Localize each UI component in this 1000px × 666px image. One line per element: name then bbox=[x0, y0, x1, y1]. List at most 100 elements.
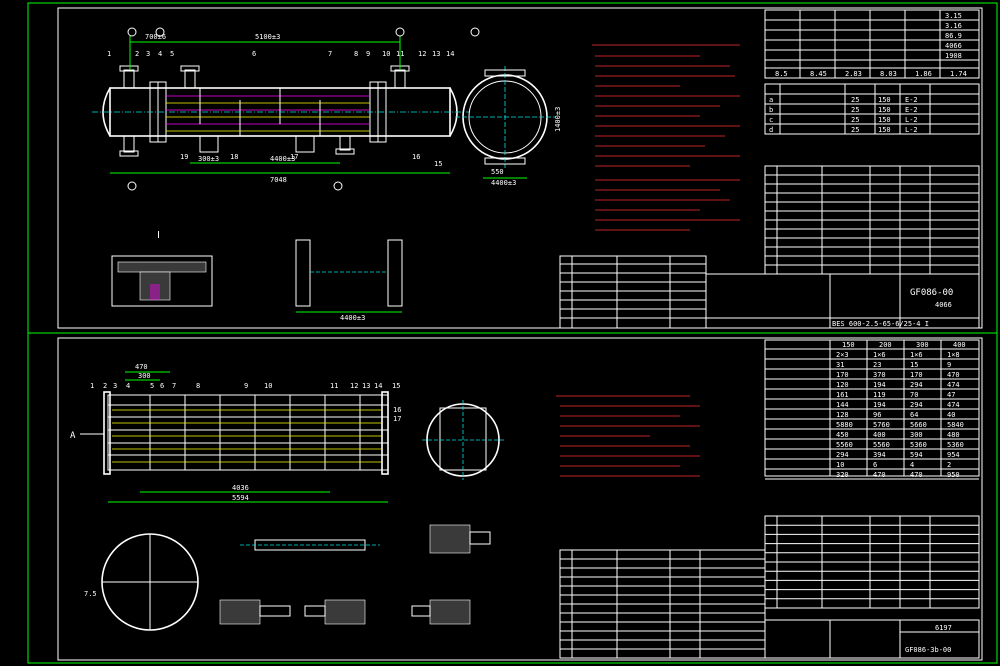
svg-text:15: 15 bbox=[434, 160, 442, 168]
drawing-number-bottom: GF086-3b-00 bbox=[905, 646, 951, 654]
param-cell: 5880 bbox=[836, 421, 853, 429]
param-cell: 474 bbox=[947, 381, 960, 389]
svg-text:L-2: L-2 bbox=[905, 116, 918, 124]
svg-text:12: 12 bbox=[418, 50, 426, 58]
cad-drawing: 700±6 5100±3 300±3 4400±3 7048 1 2 3 4 5… bbox=[27, 2, 998, 664]
param-cell: 64 bbox=[910, 411, 918, 419]
svg-text:b: b bbox=[769, 106, 773, 114]
svg-text:8: 8 bbox=[354, 50, 358, 58]
param-cell: 128 bbox=[836, 411, 849, 419]
svg-text:2: 2 bbox=[103, 382, 107, 390]
param-cell: 400 bbox=[873, 431, 886, 439]
bom-rows bbox=[560, 524, 979, 650]
svg-text:12: 12 bbox=[350, 382, 358, 390]
svg-text:a: a bbox=[769, 96, 773, 104]
svg-text:4036: 4036 bbox=[232, 484, 249, 492]
svg-text:4: 4 bbox=[158, 50, 162, 58]
svg-text:7.5: 7.5 bbox=[84, 590, 97, 598]
svg-text:8.5: 8.5 bbox=[775, 70, 788, 78]
param-cell: 2 bbox=[947, 461, 951, 469]
tech-notes-top bbox=[592, 44, 740, 231]
svg-text:25: 25 bbox=[851, 116, 859, 124]
svg-text:5: 5 bbox=[170, 50, 174, 58]
svg-text:25: 25 bbox=[851, 106, 859, 114]
svg-text:16: 16 bbox=[412, 153, 420, 161]
param-cell: 194 bbox=[873, 381, 886, 389]
svg-text:16: 16 bbox=[393, 406, 401, 414]
svg-text:3: 3 bbox=[113, 382, 117, 390]
svg-text:1.74: 1.74 bbox=[950, 70, 967, 78]
param-cell: 1×6 bbox=[910, 351, 923, 359]
svg-text:86.9: 86.9 bbox=[945, 32, 962, 40]
svg-text:4: 4 bbox=[126, 382, 130, 390]
param-cell: 950 bbox=[947, 471, 960, 479]
svg-text:8.45: 8.45 bbox=[810, 70, 827, 78]
svg-text:3.15: 3.15 bbox=[945, 12, 962, 20]
svg-text:1908: 1908 bbox=[945, 52, 962, 60]
svg-text:10: 10 bbox=[382, 50, 390, 58]
param-cell: 470 bbox=[873, 471, 886, 479]
param-cell: 161 bbox=[836, 391, 849, 399]
svg-text:7: 7 bbox=[172, 382, 176, 390]
param-cell: 294 bbox=[910, 401, 923, 409]
svg-text:2.83: 2.83 bbox=[845, 70, 862, 78]
svg-text:7: 7 bbox=[328, 50, 332, 58]
param-cell: 70 bbox=[910, 391, 918, 399]
param-cell: 470 bbox=[947, 371, 960, 379]
svg-text:I: I bbox=[157, 230, 160, 241]
svg-text:6: 6 bbox=[160, 382, 164, 390]
part-labels-top: 1 2 3 4 5 6 7 8 9 10 11 12 13 14 19 18 1… bbox=[107, 50, 454, 168]
svg-text:d: d bbox=[769, 126, 773, 134]
svg-text:25: 25 bbox=[851, 96, 859, 104]
param-cell: 1×8 bbox=[947, 351, 960, 359]
param-cell: 10 bbox=[836, 461, 844, 469]
plate-view: 7.5 bbox=[84, 533, 199, 631]
svg-text:19: 19 bbox=[180, 153, 188, 161]
param-cell: 31 bbox=[836, 361, 844, 369]
svg-text:6: 6 bbox=[252, 50, 256, 58]
param-cell: 480 bbox=[947, 431, 960, 439]
parameter-rows: 2×3 1×6 1×6 1×831 23 15 9170 370 170 470120 194 294… bbox=[765, 351, 979, 480]
svg-text:150: 150 bbox=[878, 126, 891, 134]
svg-text:E-2: E-2 bbox=[905, 96, 918, 104]
param-cell: 474 bbox=[947, 401, 960, 409]
tube-bundle: A bbox=[70, 391, 389, 475]
param-cell: 294 bbox=[836, 451, 849, 459]
param-cell: 1×6 bbox=[873, 351, 886, 359]
param-cell: 15 bbox=[910, 361, 918, 369]
param-cell: 5360 bbox=[910, 441, 927, 449]
param-cell: 23 bbox=[873, 361, 881, 369]
tie-rod-sketch bbox=[240, 539, 380, 551]
svg-text:25: 25 bbox=[851, 126, 859, 134]
svg-text:4400±3: 4400±3 bbox=[340, 314, 365, 322]
design-data-table: 3.15 3.16 86.9 4066 1908 8.5 8.45 2.83 8… bbox=[764, 9, 980, 79]
svg-text:15: 15 bbox=[392, 382, 400, 390]
svg-text:4066: 4066 bbox=[945, 42, 962, 50]
svg-text:c: c bbox=[769, 116, 773, 124]
svg-text:13: 13 bbox=[362, 382, 370, 390]
param-cell: 5660 bbox=[910, 421, 927, 429]
param-cell: 2×3 bbox=[836, 351, 849, 359]
svg-text:17: 17 bbox=[290, 153, 298, 161]
param-cell: 5360 bbox=[947, 441, 964, 449]
param-cell: 370 bbox=[873, 371, 886, 379]
param-cell: 170 bbox=[836, 371, 849, 379]
param-cell: 594 bbox=[910, 451, 923, 459]
svg-text:10: 10 bbox=[264, 382, 272, 390]
param-cell: 6 bbox=[873, 461, 877, 469]
svg-text:3: 3 bbox=[146, 50, 150, 58]
svg-text:150: 150 bbox=[878, 106, 891, 114]
param-cell: 300 bbox=[910, 431, 923, 439]
param-cell: 394 bbox=[873, 451, 886, 459]
param-cell: 194 bbox=[873, 401, 886, 409]
svg-text:9: 9 bbox=[244, 382, 248, 390]
svg-text:3.16: 3.16 bbox=[945, 22, 962, 30]
tech-notes-bottom bbox=[556, 395, 700, 477]
param-cell: 954 bbox=[947, 451, 960, 459]
svg-text:200: 200 bbox=[879, 341, 892, 349]
svg-text:150: 150 bbox=[842, 341, 855, 349]
detail-sketch bbox=[429, 524, 491, 554]
param-cell: 40 bbox=[947, 411, 955, 419]
svg-text:13: 13 bbox=[432, 50, 440, 58]
bom-table-bottom bbox=[559, 515, 980, 659]
